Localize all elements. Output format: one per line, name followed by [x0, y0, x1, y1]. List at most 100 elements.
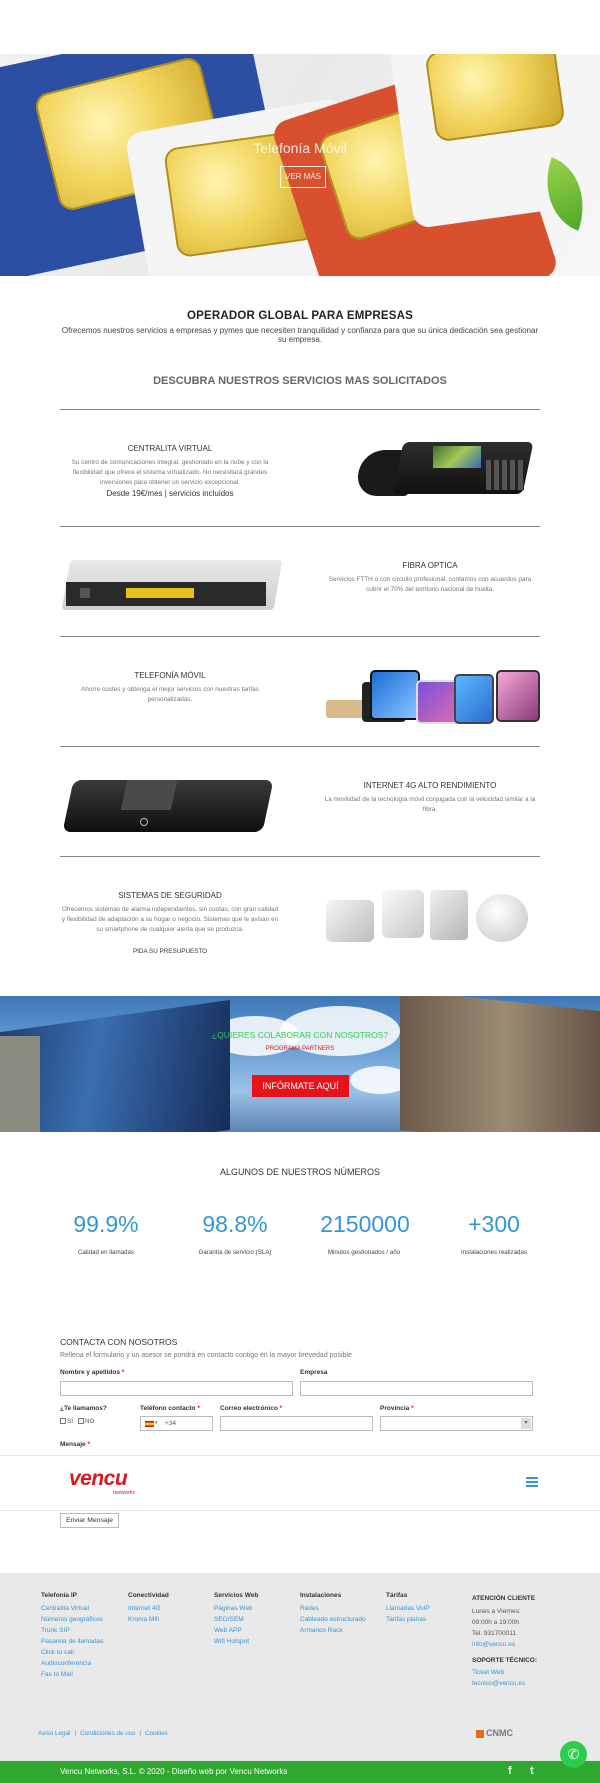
footer-link[interactable]: Redes: [300, 1605, 319, 1612]
footer-col-title: Servicios Web: [214, 1592, 259, 1599]
company-field[interactable]: [300, 1381, 533, 1396]
footer-link[interactable]: Páginas Web: [214, 1605, 253, 1612]
footer-link[interactable]: Pasarela de llamadas: [41, 1638, 104, 1645]
attention-hours-days: Lunes a Viernes:: [472, 1608, 521, 1615]
legal-link[interactable]: Condiciones de uso: [80, 1730, 135, 1737]
footer-link[interactable]: Cableado estructurado: [300, 1616, 366, 1623]
cnmc-logo: CNMC: [476, 1728, 518, 1746]
vencu-logo[interactable]: vencu: [69, 1467, 128, 1491]
service-title-fibra: FIBRA OPTICA: [402, 561, 458, 570]
province-label: Provincia *: [380, 1405, 414, 1412]
footer-link[interactable]: Wifi Hotspot: [214, 1638, 249, 1645]
cta-subtitle: PROGRAMA PARTNERS: [265, 1046, 335, 1052]
support-ticket-link[interactable]: Ticket Web: [472, 1669, 504, 1676]
phone-field[interactable]: ▾ +34: [140, 1416, 213, 1431]
stat-label: Calidad en llamadas: [77, 1249, 135, 1256]
company-label: Empresa: [300, 1369, 328, 1376]
footer-link[interactable]: Fax to Mail: [41, 1671, 73, 1678]
email-field[interactable]: [220, 1416, 373, 1431]
province-select[interactable]: ▾: [380, 1416, 533, 1431]
footer-link[interactable]: Kroma Mifi: [128, 1616, 159, 1623]
footer-link[interactable]: Web APP: [214, 1627, 242, 1634]
service-title-movil: TELEFONÍA MÓVIL: [134, 671, 206, 680]
phone-label: Teléfono contacto *: [140, 1405, 200, 1412]
footer-col-title: Telefonía IP: [41, 1592, 77, 1599]
spain-flag-icon[interactable]: [145, 1421, 154, 1427]
attention-phone: Tel. 931700011: [472, 1630, 516, 1637]
hamburger-menu-icon[interactable]: [526, 1477, 538, 1487]
call-no-option[interactable]: NO: [78, 1418, 94, 1425]
yes-checkbox[interactable]: [60, 1418, 66, 1425]
budget-link[interactable]: PIDA SU PRESUPUESTO: [60, 948, 280, 955]
cta-title: ¿QUIERES COLABORAR CON NOSOTROS?: [211, 1030, 389, 1040]
legal-link[interactable]: Aviso Legal: [38, 1730, 70, 1737]
router-image: [61, 560, 283, 610]
divider: [60, 856, 540, 857]
footer-link[interactable]: SEO/SEM: [214, 1616, 244, 1623]
building-right: [400, 996, 600, 1132]
footer-link[interactable]: Centralita Virtual: [41, 1605, 89, 1612]
whatsapp-icon[interactable]: ✆: [560, 1741, 587, 1768]
service-title-seguridad: SISTEMAS DE SEGURIDAD: [118, 891, 222, 900]
footer-link[interactable]: Trunk SIP: [41, 1627, 70, 1634]
facebook-icon[interactable]: f: [508, 1765, 512, 1777]
hero-banner: [0, 54, 600, 276]
service-text-fibra: Servicios FTTH o con circuito profesiona…: [328, 576, 532, 593]
send-message-button[interactable]: Enviar Mensaje: [60, 1513, 119, 1528]
support-title: SOPORTE TÉCNICO:: [472, 1657, 538, 1664]
divider: [60, 526, 540, 527]
4g-router-image: [62, 780, 274, 832]
service-text-centralita: Su centro de comunicaciones integral, ge…: [71, 459, 269, 486]
service-text-4g: La movilidad de la tecnología móvil conj…: [324, 796, 536, 813]
chevron-down-icon[interactable]: ▾: [155, 1420, 158, 1426]
hero-more-button[interactable]: VER MÁS: [280, 166, 326, 188]
stat-value: 98.8%: [202, 1211, 268, 1237]
twitter-icon[interactable]: t: [530, 1765, 534, 1777]
stat-label: Instalaciones realizadas: [460, 1249, 528, 1256]
footer-link[interactable]: Números geográficos: [41, 1616, 103, 1623]
no-checkbox[interactable]: [78, 1418, 84, 1425]
footer-link[interactable]: Click to call: [41, 1649, 74, 1656]
service-title-centralita: CENTRALITA VIRTUAL: [127, 444, 213, 453]
hero-title: Telefonía Móvil: [253, 140, 347, 156]
footer-link[interactable]: Audioconferencia: [41, 1660, 91, 1667]
footer-link[interactable]: Tarifas planas: [386, 1616, 426, 1623]
divider: [60, 636, 540, 637]
contact-subtitle: Rellena el formulario y un asesor se pon…: [60, 1352, 352, 1359]
stat-value: +300: [468, 1211, 520, 1237]
logo-subtitle: networks: [113, 1490, 136, 1496]
call-yes-option[interactable]: SÍ: [60, 1418, 73, 1425]
info-button[interactable]: INFÓRMATE AQUÍ: [252, 1075, 349, 1097]
footer-col-title: Tárifas: [386, 1592, 408, 1599]
support-email-link[interactable]: tecnico@vencu.es: [472, 1680, 525, 1687]
services-heading: DESCUBRA NUESTROS SERVICIOS MAS SOLICITA…: [153, 375, 447, 387]
call-label: ¿Te llamamos?: [60, 1405, 107, 1412]
alarm-sensors-image: [326, 890, 530, 942]
intro-text: Ofrecemos nuestros servicios a empresas …: [61, 326, 539, 344]
select-chevron-icon[interactable]: ▾: [521, 1418, 531, 1429]
footer-link[interactable]: Internet 4G: [128, 1605, 161, 1612]
stat-label: Minutos gestionados / año: [327, 1249, 401, 1256]
service-text-movil: Ahorre costes y obtenga el mejor servici…: [81, 686, 259, 703]
attention-email-link[interactable]: info@vencu.es: [472, 1641, 515, 1648]
legal-link[interactable]: Cookies: [145, 1730, 168, 1737]
divider: [60, 409, 540, 410]
numbers-title: ALGUNOS DE NUESTROS NÚMEROS: [219, 1167, 381, 1177]
partners-banner: [0, 996, 600, 1132]
footer-link[interactable]: Armarios Rack: [300, 1627, 343, 1634]
service-title-4g: INTERNET 4G ALTO RENDIMIENTO: [363, 781, 497, 790]
smartphones-image: [326, 668, 540, 724]
desk-phone-image: [358, 440, 534, 496]
footer-link[interactable]: Llamadas VoIP: [386, 1605, 430, 1612]
phone-prefix: +34: [165, 1420, 177, 1427]
service-text-seguridad: Ofrecemos sistemas de alarma independien…: [61, 906, 279, 933]
service-price-centralita: Desde 19€/mes | servicios incluidos: [106, 489, 234, 498]
divider: [60, 746, 540, 747]
email-label: Correo electrónico *: [220, 1405, 283, 1412]
legal-links: Aviso Legal | Condiciones de uso | Cookies: [38, 1730, 168, 1737]
page-title: OPERADOR GLOBAL PARA EMPRESAS: [186, 310, 414, 322]
stat-label: Garantía de servicio (SLA): [198, 1249, 272, 1256]
attention-title: ATENCIÓN CLIENTE: [472, 1595, 536, 1602]
name-label: Nombre y apellidos *: [60, 1369, 125, 1376]
name-field[interactable]: [60, 1381, 293, 1396]
